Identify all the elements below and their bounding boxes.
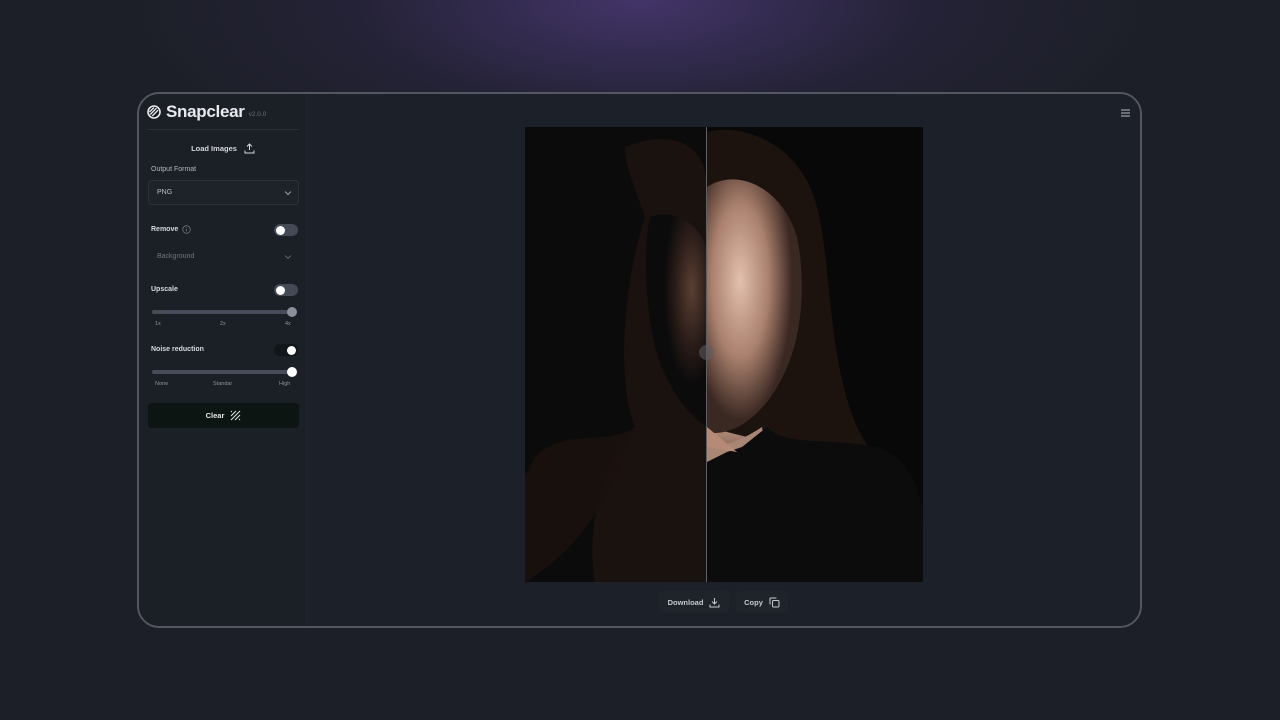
sidebar: Snapclear v2.0.0 Load Images Output Form… [139,94,307,626]
upscale-slider-thumb[interactable] [287,307,297,317]
hamburger-menu-icon[interactable] [1120,108,1131,118]
load-images-label: Load Images [191,143,237,153]
snapclear-logo-icon [147,104,161,119]
app-name: Snapclear [166,101,245,121]
toggle-knob [276,225,285,235]
upscale-tick-4x: 4x [285,321,291,327]
noise-reduction-label: Noise reduction [151,346,204,353]
upscale-tick-1x: 1x [155,321,161,327]
copy-icon [769,597,780,607]
output-format-value: PNG [157,189,173,196]
noise-reduction-slider[interactable] [152,367,297,377]
download-button[interactable]: Download [659,591,729,613]
comparison-handle[interactable] [699,345,714,360]
load-images-button[interactable]: Load Images [147,138,299,158]
upscale-label: Upscale [151,286,178,293]
remove-label: Remove [151,226,179,233]
app-version: v2.0.0 [248,111,267,118]
remove-target-select[interactable]: Background [148,244,299,269]
noise-reduction-toggle[interactable] [274,344,298,356]
output-format-select[interactable]: PNG [148,180,299,205]
download-icon [709,597,720,607]
chevron-down-icon [284,191,292,196]
before-image [525,127,707,582]
noise-tick-high: High [279,381,291,387]
before-after-comparison[interactable] [525,127,923,582]
upscale-tick-2x: 2x [220,321,226,327]
app-window: Snapclear v2.0.0 Load Images Output Form… [137,92,1142,628]
clear-button[interactable]: Clear [148,403,299,428]
noise-reduction-slider-thumb[interactable] [287,367,297,377]
noise-tick-standar: Standar [213,381,233,387]
diagonal-lines-icon [231,410,241,421]
brand: Snapclear v2.0.0 [147,100,299,130]
upscale-slider[interactable] [152,307,297,317]
download-label: Download [667,597,704,607]
copy-button[interactable]: Copy [736,591,788,613]
toggle-knob [287,345,296,355]
upscale-toggle[interactable] [274,284,298,296]
upload-icon [244,142,255,153]
chevron-down-icon [284,255,292,260]
copy-label: Copy [744,597,763,607]
toggle-knob [276,285,285,295]
clear-label: Clear [205,411,225,420]
output-format-label: Output Format [151,166,197,173]
remove-toggle[interactable] [274,224,298,236]
noise-tick-none: None [155,381,169,387]
remove-target-value: Background [157,253,195,260]
after-image [707,127,923,582]
info-icon[interactable] [182,225,191,234]
